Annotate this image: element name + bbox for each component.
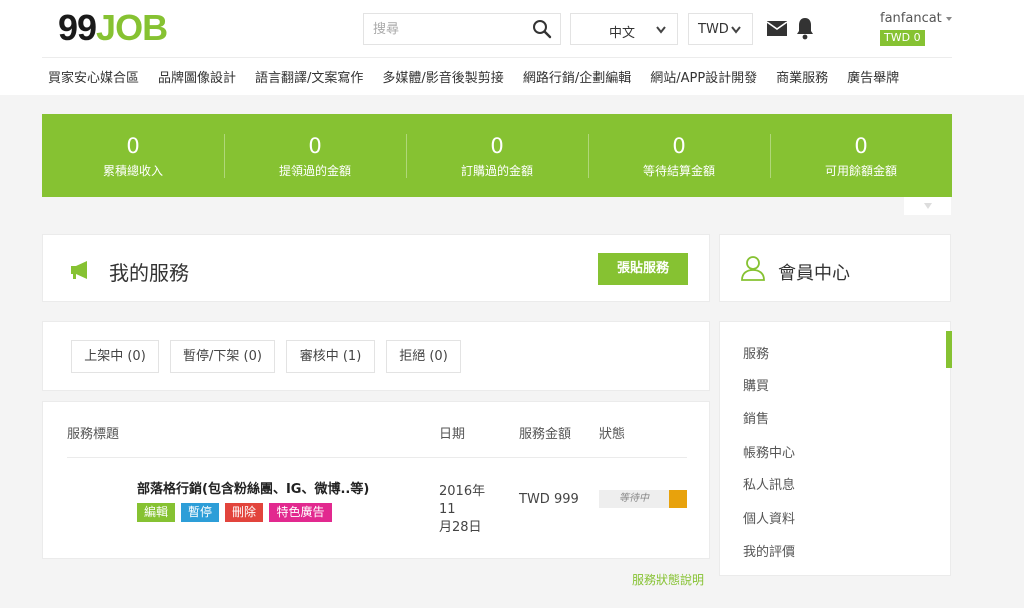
nav-item-matchmaking[interactable]: 買家安心媒合區 (48, 67, 139, 86)
tab-listed[interactable]: 上架中 (0) (71, 340, 159, 373)
service-date: 2016年11 月28日 (439, 483, 501, 537)
stat-value: 0 (126, 134, 140, 158)
stats-banner: 0 累積總收入 0 提領過的金額 0 訂購過的金額 0 等待結算金額 0 可用餘… (42, 114, 952, 197)
tab-rejected[interactable]: 拒絕 (0) (386, 340, 461, 373)
menu-item-sales[interactable]: 銷售 (743, 408, 769, 427)
currency-value: TWD (698, 22, 729, 37)
active-menu-marker (946, 331, 952, 368)
status-indicator (669, 490, 687, 508)
logo-number: 99 (58, 7, 97, 48)
triangle-down-icon (924, 203, 932, 209)
search-box (363, 13, 561, 45)
header-divider (42, 57, 952, 58)
language-value: 中文 (609, 26, 636, 41)
services-table: 服務標題 日期 服務金額 狀態 部落格行銷(包含粉絲團、IG、微博..等) 編輯… (42, 401, 710, 559)
megaphone-icon (71, 261, 87, 279)
menu-item-accounting[interactable]: 帳務中心 (743, 442, 795, 461)
menu-item-services[interactable]: 服務 (743, 343, 769, 362)
username: fanfancat (880, 11, 942, 26)
nav-item-ad-sign[interactable]: 廣告舉牌 (847, 67, 899, 86)
stat-ordered: 0 訂購過的金額 (406, 114, 588, 197)
menu-item-messages[interactable]: 私人訊息 (743, 474, 795, 493)
site-header: 99JOB 中文 TWD fanfancat TWD 0 買家安心媒合區 品牌圖… (0, 0, 1024, 95)
chevron-down-icon (731, 26, 741, 34)
tab-reviewing[interactable]: 審核中 (1) (286, 340, 375, 373)
nav-item-marketing[interactable]: 網路行銷/企劃編輯 (523, 67, 631, 86)
stat-value: 0 (490, 134, 504, 158)
search-icon[interactable] (532, 19, 552, 39)
logo-word: JOB (96, 7, 168, 48)
date-line: 2016年11 (439, 484, 486, 517)
status-badge: 等待中 (599, 490, 669, 508)
nav-item-translation[interactable]: 語言翻譯/文案寫作 (255, 67, 363, 86)
page-title: 我的服務 (109, 261, 189, 285)
stat-value: 0 (672, 134, 686, 158)
stat-label: 訂購過的金額 (460, 164, 533, 178)
stats-collapse-toggle[interactable] (904, 197, 951, 215)
user-menu[interactable]: fanfancat (880, 11, 952, 26)
member-center-title: 會員中心 (778, 263, 850, 284)
site-logo[interactable]: 99JOB (58, 7, 168, 48)
menu-item-profile[interactable]: 個人資料 (743, 508, 795, 527)
post-service-button[interactable]: 張貼服務 (598, 253, 688, 285)
stat-label: 等待結算金額 (642, 164, 715, 178)
mail-icon[interactable] (766, 20, 788, 37)
pause-button[interactable]: 暫停 (181, 503, 219, 522)
bell-icon[interactable] (795, 16, 815, 40)
nav-item-brand-design[interactable]: 品牌圖像設計 (158, 67, 236, 86)
stat-pending-settlement: 0 等待結算金額 (588, 114, 770, 197)
stat-label: 提領過的金額 (278, 164, 351, 178)
stat-value: 0 (854, 134, 868, 158)
category-nav: 買家安心媒合區 品牌圖像設計 語言翻譯/文案寫作 多媒體/影音後製剪接 網路行銷… (48, 67, 918, 86)
search-input[interactable] (364, 14, 524, 44)
caret-down-icon (945, 16, 952, 21)
tab-paused[interactable]: 暫停/下架 (0) (170, 340, 275, 373)
stat-label: 累積總收入 (102, 164, 163, 178)
service-amount: TWD 999 (519, 492, 579, 507)
edit-button[interactable]: 編輯 (137, 503, 175, 522)
language-select[interactable]: 中文 (570, 13, 678, 45)
stat-withdrawn: 0 提領過的金額 (224, 114, 406, 197)
member-center-header: 會員中心 (719, 234, 951, 302)
menu-item-purchases[interactable]: 購買 (743, 375, 769, 394)
stat-value: 0 (308, 134, 322, 158)
nav-item-web-app[interactable]: 網站/APP設計開發 (650, 67, 757, 86)
nav-item-business[interactable]: 商業服務 (776, 67, 828, 86)
featured-ad-button[interactable]: 特色廣告 (269, 503, 332, 522)
member-menu: 服務 購買 銷售 帳務中心 私人訊息 個人資料 我的評價 (719, 321, 952, 576)
column-header-title: 服務標題 (67, 427, 120, 442)
balance-badge: TWD 0 (880, 30, 925, 46)
nav-item-multimedia[interactable]: 多媒體/影音後製剪接 (382, 67, 503, 86)
my-services-header: 我的服務 張貼服務 (42, 234, 710, 302)
column-header-amount: 服務金額 (519, 427, 572, 442)
service-filter-tabs: 上架中 (0) 暫停/下架 (0) 審核中 (1) 拒絕 (0) (42, 321, 710, 391)
column-header-date: 日期 (439, 427, 466, 442)
user-icon (741, 256, 765, 281)
stat-label: 可用餘額金額 (824, 164, 897, 178)
stat-available-balance: 0 可用餘額金額 (770, 114, 952, 197)
column-header-status: 狀態 (599, 427, 626, 442)
status-legend-link[interactable]: 服務狀態說明 (632, 571, 704, 588)
delete-button[interactable]: 刪除 (225, 503, 263, 522)
date-line: 月28日 (439, 520, 482, 535)
stat-total-income: 0 累積總收入 (42, 114, 224, 197)
menu-item-reviews[interactable]: 我的評價 (743, 541, 795, 560)
table-divider (67, 457, 687, 458)
service-title[interactable]: 部落格行銷(包含粉絲團、IG、微博..等) (137, 478, 369, 497)
currency-select[interactable]: TWD (688, 13, 753, 45)
chevron-down-icon (656, 26, 666, 34)
